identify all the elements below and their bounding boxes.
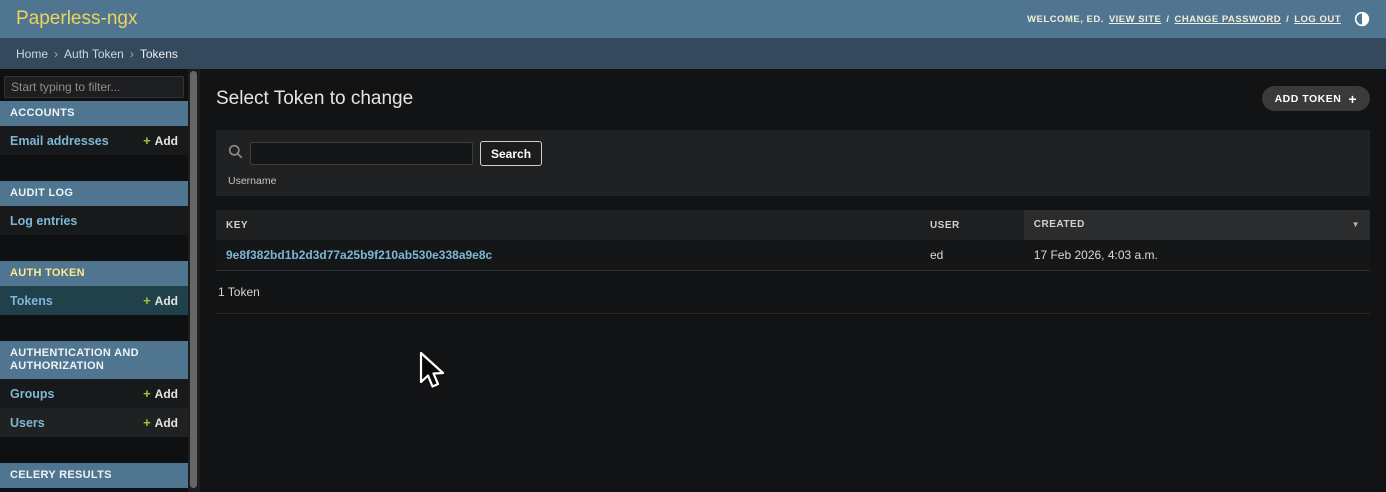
breadcrumb: Home › Auth Token › Tokens xyxy=(0,38,1386,69)
token-created-cell: 17 Feb 2026, 4:03 a.m. xyxy=(1024,240,1370,271)
sidebar-scrollbar[interactable] xyxy=(188,69,200,492)
search-field-label: Username xyxy=(228,175,1358,187)
token-user-cell: ed xyxy=(920,240,1024,271)
sort-caret-icon[interactable]: ▼ xyxy=(1352,219,1360,231)
plus-icon: + xyxy=(143,386,151,401)
plus-icon: + xyxy=(143,133,151,148)
breadcrumb-separator: › xyxy=(130,47,134,61)
main-content: Select Token to change ADD TOKEN + Searc… xyxy=(200,69,1386,492)
sidebar-section-celery-results: CELERY RESULTS xyxy=(0,463,188,488)
page-title: Select Token to change xyxy=(216,88,413,110)
plus-icon: + xyxy=(143,293,151,308)
sidebar-item-users[interactable]: Users + Add xyxy=(0,408,188,437)
section-header: AUTH TOKEN xyxy=(0,261,188,286)
sidebar-item-tokens[interactable]: Tokens + Add xyxy=(0,286,188,315)
token-key-link[interactable]: 9e8f382bd1b2d3d77a25b9f210ab530e338a9e8c xyxy=(226,248,492,262)
groups-link[interactable]: Groups xyxy=(10,387,54,401)
breadcrumb-current: Tokens xyxy=(140,47,178,61)
user-tools: WELCOME, ED. VIEW SITE / CHANGE PASSWORD… xyxy=(1027,11,1370,27)
column-header-key[interactable]: KEY xyxy=(216,210,920,240)
log-out-link[interactable]: LOG OUT xyxy=(1294,14,1341,25)
tokens-link[interactable]: Tokens xyxy=(10,294,53,308)
section-header: ACCOUNTS xyxy=(0,101,188,126)
theme-toggle-icon[interactable] xyxy=(1354,11,1370,27)
plus-icon: + xyxy=(143,415,151,430)
plus-icon: + xyxy=(1348,91,1357,107)
log-entries-link[interactable]: Log entries xyxy=(10,214,77,228)
welcome-text: WELCOME, ED. xyxy=(1027,14,1104,25)
sidebar-item-email-addresses[interactable]: Email addresses + Add xyxy=(0,126,188,155)
table-row: 9e8f382bd1b2d3d77a25b9f210ab530e338a9e8c… xyxy=(216,240,1370,271)
breadcrumb-section[interactable]: Auth Token xyxy=(64,47,124,61)
app-header: Paperless-ngx WELCOME, ED. VIEW SITE / C… xyxy=(0,0,1386,38)
sidebar-item-log-entries[interactable]: Log entries xyxy=(0,206,188,235)
add-email-address-link[interactable]: + Add xyxy=(143,133,178,148)
column-header-user[interactable]: USER xyxy=(920,210,1024,240)
email-addresses-link[interactable]: Email addresses xyxy=(10,134,109,148)
add-group-link[interactable]: + Add xyxy=(143,386,178,401)
result-count: 1 Token xyxy=(216,273,1370,314)
users-link[interactable]: Users xyxy=(10,416,45,430)
tokens-table: KEY USER ▼ CREATED 9e8f382bd1b2d3d77a25b… xyxy=(216,210,1370,271)
search-icon xyxy=(228,144,243,164)
section-header: AUTHENTICATION AND AUTHORIZATION xyxy=(0,341,188,379)
breadcrumb-home[interactable]: Home xyxy=(16,47,48,61)
separator: / xyxy=(1286,14,1289,25)
search-button[interactable]: Search xyxy=(480,141,542,166)
sidebar-scrollbar-thumb[interactable] xyxy=(190,71,197,488)
change-password-link[interactable]: CHANGE PASSWORD xyxy=(1175,14,1282,25)
add-user-link[interactable]: + Add xyxy=(143,415,178,430)
view-site-link[interactable]: VIEW SITE xyxy=(1109,14,1162,25)
section-header: AUDIT LOG xyxy=(0,181,188,206)
sidebar-item-groups[interactable]: Groups + Add xyxy=(0,379,188,408)
search-input[interactable] xyxy=(250,142,473,165)
admin-sidebar: ACCOUNTS Email addresses + Add AUDIT LOG… xyxy=(0,69,200,492)
sidebar-section-accounts: ACCOUNTS Email addresses + Add xyxy=(0,101,188,155)
section-header: CELERY RESULTS xyxy=(0,463,188,488)
sidebar-section-authentication: AUTHENTICATION AND AUTHORIZATION Groups … xyxy=(0,341,188,437)
breadcrumb-separator: › xyxy=(54,47,58,61)
sidebar-section-audit-log: AUDIT LOG Log entries xyxy=(0,181,188,235)
add-token-link[interactable]: + Add xyxy=(143,293,178,308)
sidebar-filter-input[interactable] xyxy=(4,76,184,98)
sidebar-section-auth-token: AUTH TOKEN Tokens + Add xyxy=(0,261,188,315)
search-panel: Search Username xyxy=(216,130,1370,196)
add-token-button[interactable]: ADD TOKEN + xyxy=(1262,86,1370,111)
app-title: Paperless-ngx xyxy=(16,8,137,30)
column-header-created[interactable]: ▼ CREATED xyxy=(1024,210,1370,240)
separator: / xyxy=(1166,14,1169,25)
